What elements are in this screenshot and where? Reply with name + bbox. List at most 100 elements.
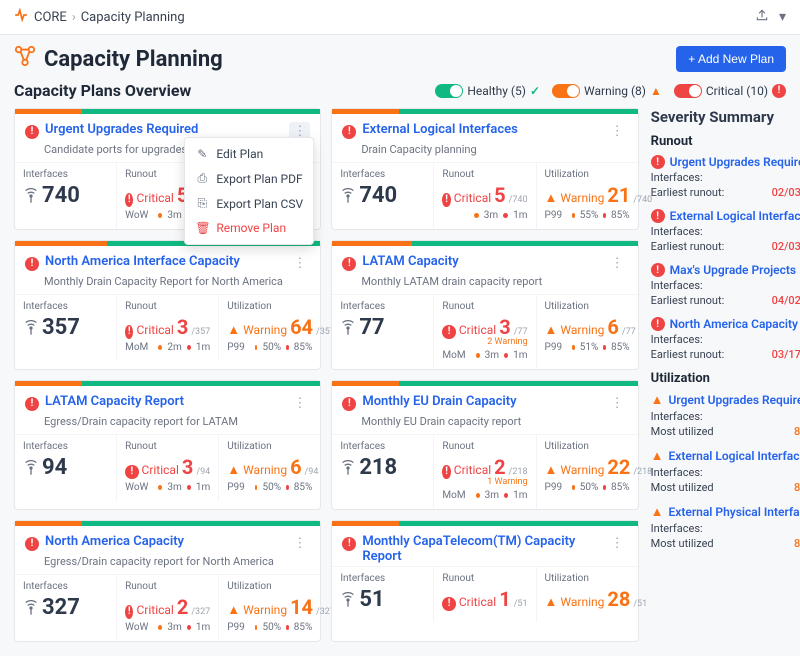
utilization-col: Utilization ▲Warning14/327 P9950%85% <box>219 575 320 641</box>
card-more-icon[interactable]: ⋮ <box>607 394 628 413</box>
critical-icon: ! <box>125 325 133 339</box>
overview-title: Capacity Plans Overview <box>14 81 191 100</box>
interfaces-col: Interfaces 740 <box>332 163 434 229</box>
plan-card: ! North America Capacity ⋮ Egress/Drain … <box>14 520 321 642</box>
plan-card: ! North America Interface Capacity ⋮ Mon… <box>14 240 321 370</box>
warning-icon: ▲ <box>227 602 240 618</box>
critical-icon: ! <box>342 537 356 551</box>
interfaces-col: Interfaces 51 <box>332 567 434 622</box>
summary-link[interactable]: North America Capacity <box>670 317 800 331</box>
utilization-col: Utilization ▲Warning21/740 P9955%85% <box>537 163 638 229</box>
summary-utilization-item: ▲Urgent Upgrades Required⋮ Interfaces:21… <box>651 392 800 438</box>
plans-grid: ! Urgent Upgrades Required ⋮ Candidate p… <box>14 108 639 642</box>
card-title[interactable]: North America Capacity <box>45 534 289 549</box>
menu-edit[interactable]: ✎Edit Plan <box>185 142 313 166</box>
card-title[interactable]: External Logical Interfaces <box>362 122 606 137</box>
critical-icon: ! <box>125 193 133 207</box>
critical-icon: ! <box>342 257 356 271</box>
utilization-col: Utilization ▲Warning22/218 P9950%85% <box>537 435 638 509</box>
topbar: CORE › Capacity Planning ▾ <box>0 0 800 35</box>
card-more-icon[interactable]: ⋮ <box>607 254 628 273</box>
page-header: Capacity Planning + Add New Plan <box>0 35 800 79</box>
share-icon[interactable] <box>755 8 769 26</box>
utilization-section-title: Utilization <box>651 371 800 386</box>
critical-icon: ! <box>25 125 39 139</box>
more-icon[interactable]: ▾ <box>779 9 786 25</box>
card-more-icon[interactable]: ⋮ <box>607 122 628 141</box>
summary-link[interactable]: Urgent Upgrades Required <box>669 393 800 407</box>
page-title: Capacity Planning <box>44 47 676 72</box>
capacity-icon <box>14 45 36 73</box>
card-more-icon[interactable]: ⋮ <box>607 534 628 553</box>
card-more-icon[interactable]: ⋮ <box>289 254 310 273</box>
filter-critical[interactable]: Critical (10)! <box>674 84 786 98</box>
summary-link[interactable]: External Logical Interfaces <box>669 449 800 463</box>
menu-export-pdf[interactable]: ⎙Export Plan PDF <box>185 166 313 191</box>
warning-icon: ▲ <box>545 322 558 338</box>
antenna-icon <box>340 460 356 478</box>
summary-link[interactable]: External Logical Interfaces <box>670 209 800 223</box>
card-title[interactable]: North America Interface Capacity <box>45 254 289 269</box>
antenna-icon <box>23 460 39 478</box>
card-title[interactable]: LATAM Capacity <box>362 254 606 269</box>
runout-col: Runout !Critical3/77 2 Warning MoM3m1m <box>434 295 536 369</box>
critical-icon: ! <box>25 257 39 271</box>
runout-col: Runout !Critical2/327 WoW3m1m <box>117 575 219 641</box>
critical-icon: ! <box>442 597 455 611</box>
warning-icon: ▲ <box>651 504 664 520</box>
filter-healthy[interactable]: Healthy (5)✓ <box>435 84 540 98</box>
card-subtitle: Monthly Drain Capacity Report for North … <box>15 275 320 294</box>
card-more-icon[interactable]: ⋮ <box>289 394 310 413</box>
utilization-col: Utilization ▲Warning28/51 <box>537 567 638 622</box>
critical-icon: ! <box>651 209 665 223</box>
filter-warning[interactable]: Warning (8)▲ <box>552 84 662 98</box>
runout-col: Runout !Critical1/51 <box>434 567 536 622</box>
card-subtitle: Monthly EU Drain capacity report <box>332 415 637 434</box>
card-title[interactable]: Urgent Upgrades Required <box>45 122 289 137</box>
antenna-icon <box>23 188 39 206</box>
card-subtitle: Drain Capacity planning <box>332 143 637 162</box>
pdf-icon: ⎙ <box>195 171 209 186</box>
card-subtitle: Egress/Drain capacity report for North A… <box>15 555 320 574</box>
summary-runout-item: !External Logical Interfaces⋮ Interfaces… <box>651 209 800 253</box>
critical-icon: ! <box>25 537 39 551</box>
critical-icon: ! <box>342 397 356 411</box>
warning-icon: ▲ <box>227 462 240 478</box>
card-title[interactable]: Monthly CapaTelecom(TM) Capacity Report <box>362 534 606 564</box>
runout-col: Runout !Critical2/218 1 Warning MoM3m1m <box>434 435 536 509</box>
critical-icon: ! <box>442 325 455 339</box>
interfaces-col: Interfaces 740 <box>15 163 117 229</box>
plan-card: ! Monthly CapaTelecom(TM) Capacity Repor… <box>331 520 638 642</box>
critical-icon: ! <box>651 263 665 277</box>
critical-icon: ! <box>442 193 450 207</box>
card-title[interactable]: Monthly EU Drain Capacity <box>362 394 606 409</box>
antenna-icon <box>23 600 39 618</box>
add-new-plan-button[interactable]: + Add New Plan <box>676 46 786 72</box>
breadcrumb-root[interactable]: CORE <box>34 10 67 25</box>
summary-link[interactable]: Max's Upgrade Projects <box>670 263 800 277</box>
breadcrumb-page[interactable]: Capacity Planning <box>81 10 185 25</box>
card-subtitle: Egress/Drain capacity report for LATAM <box>15 415 320 434</box>
warning-icon: ▲ <box>545 190 558 206</box>
card-more-icon[interactable]: ⋮ <box>289 534 310 553</box>
interfaces-col: Interfaces 77 <box>332 295 434 369</box>
runout-section-title: Runout <box>651 134 800 149</box>
critical-icon: ! <box>125 465 138 479</box>
severity-summary: Severity Summary Runout !Urgent Upgrades… <box>651 108 800 560</box>
critical-icon: ! <box>651 317 665 331</box>
menu-remove[interactable]: 🗑Remove Plan <box>185 216 313 240</box>
antenna-icon <box>340 592 356 610</box>
menu-export-csv[interactable]: ⎘Export Plan CSV <box>185 191 313 216</box>
critical-icon: ! <box>125 605 133 619</box>
summary-utilization-item: ▲External Physical Interface⋮ Interfaces… <box>651 504 800 550</box>
summary-link[interactable]: External Physical Interface <box>669 505 800 519</box>
warning-icon: ▲ <box>651 392 664 408</box>
card-subtitle: Monthly LATAM drain capacity report <box>332 275 637 294</box>
summary-runout-item: !Urgent Upgrades Required⋮ Interfaces:5 … <box>651 155 800 199</box>
card-title[interactable]: LATAM Capacity Report <box>45 394 289 409</box>
summary-link[interactable]: Urgent Upgrades Required <box>670 155 800 169</box>
interfaces-col: Interfaces 218 <box>332 435 434 509</box>
summary-runout-item: !North America Capacity⋮ Interfaces:2 Ea… <box>651 317 800 361</box>
summary-title: Severity Summary <box>651 108 800 126</box>
utilization-col: Utilization ▲Warning6/94 P9950%85% <box>219 435 320 501</box>
